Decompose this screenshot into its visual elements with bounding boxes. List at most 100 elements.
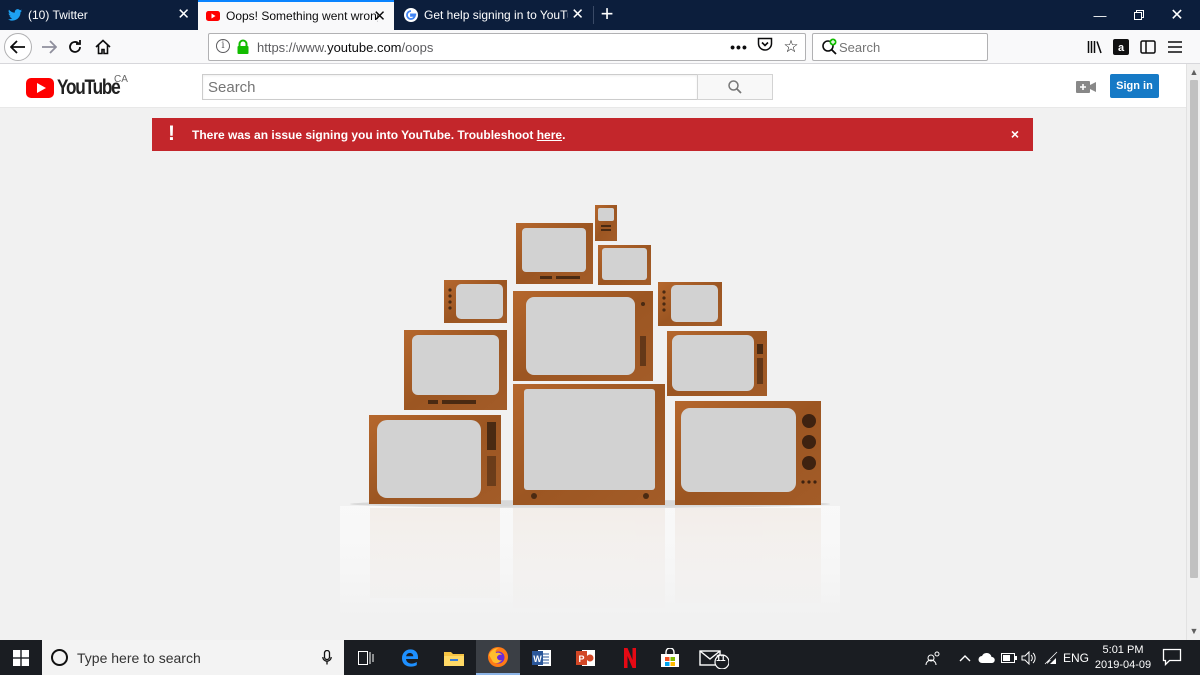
onedrive-icon[interactable] xyxy=(976,648,998,668)
store-app-button[interactable] xyxy=(648,640,692,675)
tab-title: (10) Twitter xyxy=(28,8,88,22)
sign-in-error-alert: ! There was an issue signing you into Yo… xyxy=(152,118,1033,151)
reload-button[interactable] xyxy=(62,34,88,60)
powerpoint-app-button[interactable]: P xyxy=(564,640,608,675)
firefox-app-button[interactable] xyxy=(476,640,520,675)
country-code: CA xyxy=(114,74,128,85)
alert-message: There was an issue signing you into YouT… xyxy=(192,128,565,142)
hamburger-menu-icon xyxy=(1168,41,1182,53)
close-tab-icon[interactable]: ✕ xyxy=(571,6,584,24)
close-tab-icon[interactable]: ✕ xyxy=(177,6,190,24)
scroll-up-arrow-icon[interactable]: ▲ xyxy=(1189,67,1199,77)
netflix-app-button[interactable] xyxy=(608,640,652,675)
scrollbar-thumb[interactable] xyxy=(1190,80,1198,578)
language-indicator[interactable]: ENG xyxy=(1062,648,1090,668)
twitter-icon xyxy=(8,9,22,21)
troubleshoot-link[interactable]: here xyxy=(537,128,562,142)
alert-exclamation-icon: ! xyxy=(168,122,175,145)
tv-center xyxy=(513,291,653,381)
forward-arrow-icon xyxy=(42,40,57,54)
close-alert-icon[interactable]: × xyxy=(1011,126,1019,142)
url-path: /oops xyxy=(401,40,434,55)
tab-google-help[interactable]: Get help signing in to YouTube ✕ xyxy=(396,0,592,30)
page-scrollbar[interactable]: ▲ ▼ xyxy=(1186,64,1200,640)
people-icon[interactable] xyxy=(922,648,944,668)
wifi-icon[interactable] xyxy=(1040,648,1062,668)
page-actions-icon[interactable]: ••• xyxy=(729,37,749,57)
tv-small-right xyxy=(658,282,722,326)
youtube-search-button[interactable] xyxy=(697,74,773,100)
start-button[interactable] xyxy=(0,640,42,675)
battery-icon[interactable] xyxy=(998,648,1020,668)
tv-mid-right xyxy=(667,331,767,396)
browser-nav-bar: i https://www.youtube.com/oops ••• ☆ a xyxy=(0,30,1200,64)
taskbar-search-placeholder: Type here to search xyxy=(77,650,201,666)
tab-youtube-oops[interactable]: Oops! Something went wrong ✕ xyxy=(198,0,394,30)
clock-time: 5:01 PM xyxy=(1102,644,1144,656)
youtube-search-box[interactable] xyxy=(202,74,698,100)
browser-tab-strip: (10) Twitter ✕ Oops! Something went wron… xyxy=(0,0,1200,30)
alert-text: There was an issue signing you into YouT… xyxy=(192,128,537,142)
lock-icon[interactable] xyxy=(236,39,250,55)
svg-text:W: W xyxy=(533,654,542,664)
url-prefix: https://www. xyxy=(257,40,328,55)
windows-logo-icon xyxy=(13,649,29,666)
task-view-icon xyxy=(358,650,374,665)
address-bar[interactable]: i https://www.youtube.com/oops ••• ☆ xyxy=(208,33,806,61)
tab-title: Get help signing in to YouTube xyxy=(424,8,568,22)
forward-button[interactable] xyxy=(36,34,62,60)
mail-app-button[interactable]: 11 xyxy=(692,640,736,675)
store-bag-icon xyxy=(661,647,679,667)
clock-date: 2019-04-09 xyxy=(1094,659,1152,671)
sidebar-toggle-button[interactable] xyxy=(1135,34,1161,60)
pocket-icon[interactable] xyxy=(755,37,775,57)
word-app-button[interactable]: W xyxy=(520,640,564,675)
word-icon: W xyxy=(532,649,551,666)
restore-icon xyxy=(1134,10,1144,20)
browser-search-box[interactable] xyxy=(812,33,988,61)
edge-icon xyxy=(402,648,418,667)
new-tab-button[interactable]: + xyxy=(596,2,618,28)
youtube-logo-text: YouTube xyxy=(57,76,121,99)
info-icon[interactable]: i xyxy=(216,39,230,53)
tab-twitter[interactable]: (10) Twitter ✕ xyxy=(0,0,198,30)
youtube-header: YouTube CA Sign in xyxy=(0,64,1186,108)
svg-text:a: a xyxy=(1118,42,1125,54)
browser-search-input[interactable] xyxy=(839,38,979,56)
mail-badge-count: 11 xyxy=(716,653,726,663)
close-window-button[interactable]: ✕ xyxy=(1154,0,1200,30)
sign-in-button[interactable]: Sign in xyxy=(1110,74,1159,98)
task-view-button[interactable] xyxy=(344,640,388,675)
notification-center-icon[interactable] xyxy=(1162,648,1182,666)
upload-video-icon[interactable] xyxy=(1076,80,1096,94)
youtube-icon xyxy=(206,11,220,21)
windows-taskbar: Type here to search W P 11 ENG 5:01 PM 2… xyxy=(0,640,1200,675)
tv-small-left xyxy=(444,280,507,323)
amazon-extension-button[interactable]: a xyxy=(1108,34,1134,60)
system-clock[interactable]: 5:01 PM 2019-04-09 xyxy=(1094,643,1152,673)
scroll-down-arrow-icon[interactable]: ▼ xyxy=(1189,626,1199,636)
tv-bottom-right xyxy=(675,401,821,505)
menu-button[interactable] xyxy=(1162,34,1188,60)
file-explorer-app-button[interactable] xyxy=(432,640,476,675)
youtube-search-input[interactable] xyxy=(203,75,697,99)
microphone-icon[interactable] xyxy=(322,650,332,665)
back-arrow-icon xyxy=(10,40,25,54)
broken-tvs-illustration xyxy=(340,205,840,616)
google-icon xyxy=(404,8,418,22)
close-tab-icon[interactable]: ✕ xyxy=(373,8,386,26)
volume-icon[interactable] xyxy=(1018,648,1040,668)
home-button[interactable] xyxy=(90,34,116,60)
tv-mid-left xyxy=(404,330,507,410)
taskbar-search-box[interactable]: Type here to search xyxy=(42,640,344,675)
chevron-up-icon[interactable] xyxy=(956,648,974,668)
edge-app-button[interactable] xyxy=(388,640,432,675)
back-button[interactable] xyxy=(4,33,32,61)
tab-divider xyxy=(593,6,594,24)
youtube-play-icon xyxy=(26,78,54,98)
reload-icon xyxy=(69,40,81,53)
bookmark-star-icon[interactable]: ☆ xyxy=(781,37,801,57)
tv-bottom-left xyxy=(369,415,501,504)
library-button[interactable] xyxy=(1082,34,1108,60)
search-engine-icon xyxy=(822,38,837,55)
